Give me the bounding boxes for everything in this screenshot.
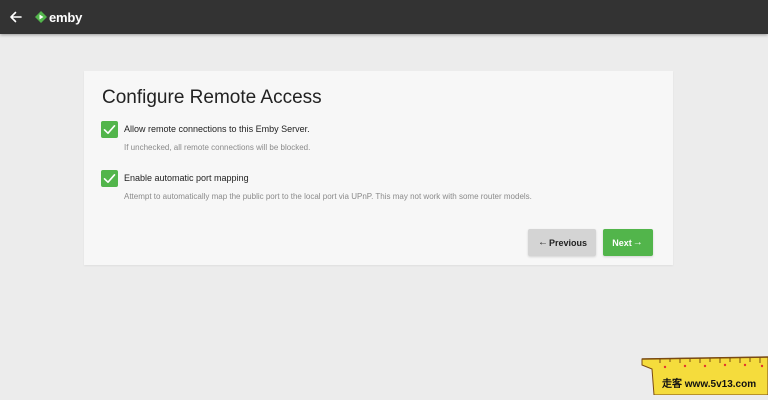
port-mapping-label[interactable]: Enable automatic port mapping xyxy=(124,173,249,183)
port-mapping-checkbox[interactable] xyxy=(101,170,118,187)
remote-access-card: Configure Remote Access Allow remote con… xyxy=(84,71,673,265)
back-button[interactable] xyxy=(6,7,26,27)
emby-logo[interactable]: emby xyxy=(35,9,82,25)
arrow-right-icon: → xyxy=(632,237,643,248)
watermark: 走客 www.5v13.com xyxy=(640,355,768,396)
brand-name: emby xyxy=(49,9,83,25)
page-title: Configure Remote Access xyxy=(102,87,322,108)
back-arrow-icon xyxy=(10,11,22,23)
checkmark-icon xyxy=(103,125,116,134)
emby-logo-icon xyxy=(35,11,47,23)
next-button[interactable]: Next → xyxy=(603,229,653,256)
previous-label: Previous xyxy=(548,237,588,248)
top-bar: emby xyxy=(0,0,768,34)
remote-connections-checkbox[interactable] xyxy=(101,121,118,138)
watermark-text: 走客 www.5v13.com xyxy=(662,379,757,390)
port-mapping-description: Attempt to automatically map the public … xyxy=(124,192,532,201)
remote-connections-label[interactable]: Allow remote connections to this Emby Se… xyxy=(124,124,310,134)
arrow-left-icon: ← xyxy=(537,237,548,248)
previous-button[interactable]: ← Previous xyxy=(528,229,596,256)
remote-connections-description: If unchecked, all remote connections wil… xyxy=(124,143,311,152)
next-label: Next xyxy=(612,237,632,248)
checkmark-icon xyxy=(103,174,116,183)
